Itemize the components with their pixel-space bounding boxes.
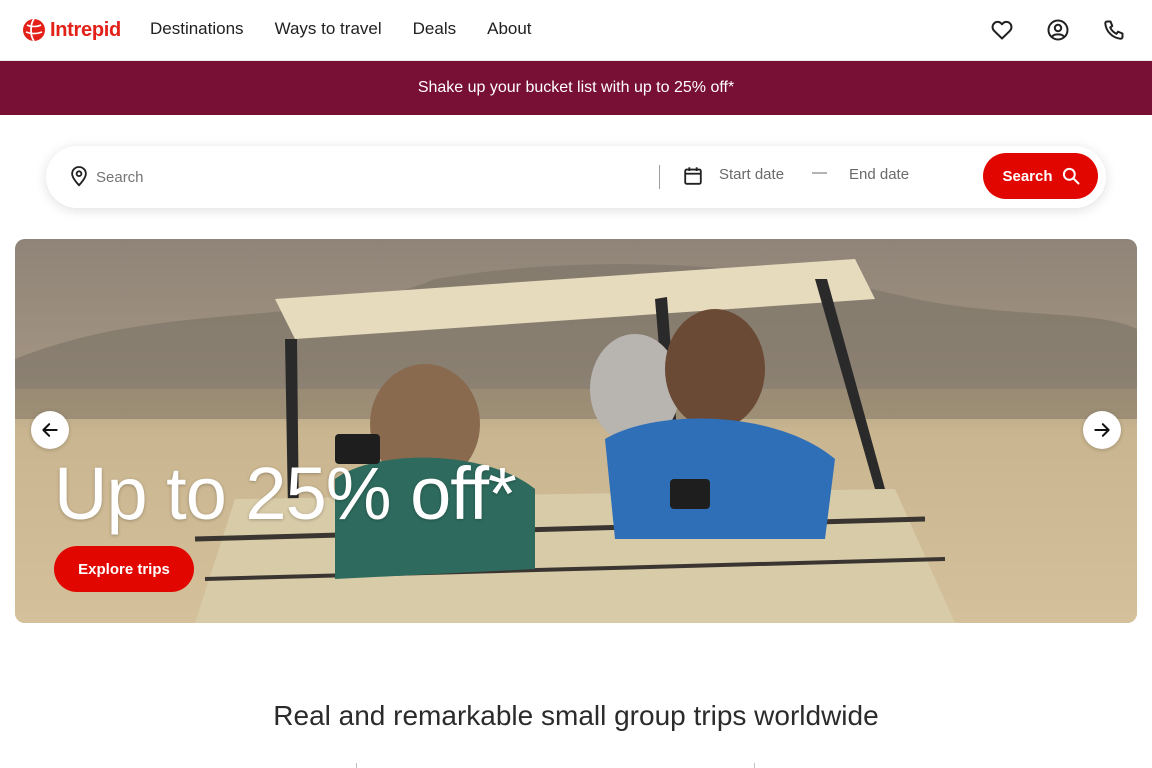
column-divider [754, 763, 755, 768]
account-icon[interactable] [1046, 18, 1070, 42]
date-separator: — [812, 164, 827, 181]
nav-ways-to-travel[interactable]: Ways to travel [275, 19, 382, 39]
carousel-next-button[interactable] [1083, 411, 1121, 449]
arrow-right-icon [1094, 423, 1110, 437]
location-pin-icon [71, 166, 87, 187]
logo-text: Intrepid [50, 18, 121, 41]
intrepid-logo[interactable]: Intrepid [22, 17, 121, 43]
explore-trips-button[interactable]: Explore trips [54, 546, 194, 592]
heart-icon[interactable] [990, 18, 1014, 42]
section-heading: Real and remarkable small group trips wo… [273, 700, 879, 731]
nav-deals[interactable]: Deals [413, 19, 456, 39]
phone-icon[interactable] [1102, 18, 1126, 42]
carousel-prev-button[interactable] [31, 411, 69, 449]
start-date-field[interactable]: Start date [719, 166, 784, 183]
search-icon [1062, 167, 1080, 185]
search-button-label: Search [1002, 167, 1053, 185]
explore-trips-label: Explore trips [78, 560, 170, 578]
calendar-icon[interactable] [682, 165, 704, 187]
end-date-field[interactable]: End date [849, 166, 909, 183]
nav-destinations[interactable]: Destinations [150, 19, 244, 39]
nav-about[interactable]: About [487, 19, 531, 39]
search-divider [659, 165, 660, 189]
promo-text: Shake up your bucket list with up to 25%… [417, 79, 735, 96]
hero-banner: Up to 25% off* Explore trips [15, 239, 1137, 623]
nav-utility-icons [990, 18, 1126, 42]
promo-banner[interactable]: Shake up your bucket list with up to 25%… [0, 61, 1152, 115]
arrow-left-icon [42, 423, 58, 437]
hero-title: Up to 25% off* [54, 452, 517, 535]
search-button[interactable]: Search [983, 153, 1098, 199]
column-divider [356, 763, 357, 768]
top-navigation: Intrepid Destinations Ways to travel Dea… [0, 0, 1152, 61]
search-bar: Start date — End date Search [46, 146, 1106, 208]
main-nav: Destinations Ways to travel Deals About [150, 19, 532, 39]
logo-globe-icon [23, 18, 45, 42]
search-input[interactable] [94, 162, 658, 192]
